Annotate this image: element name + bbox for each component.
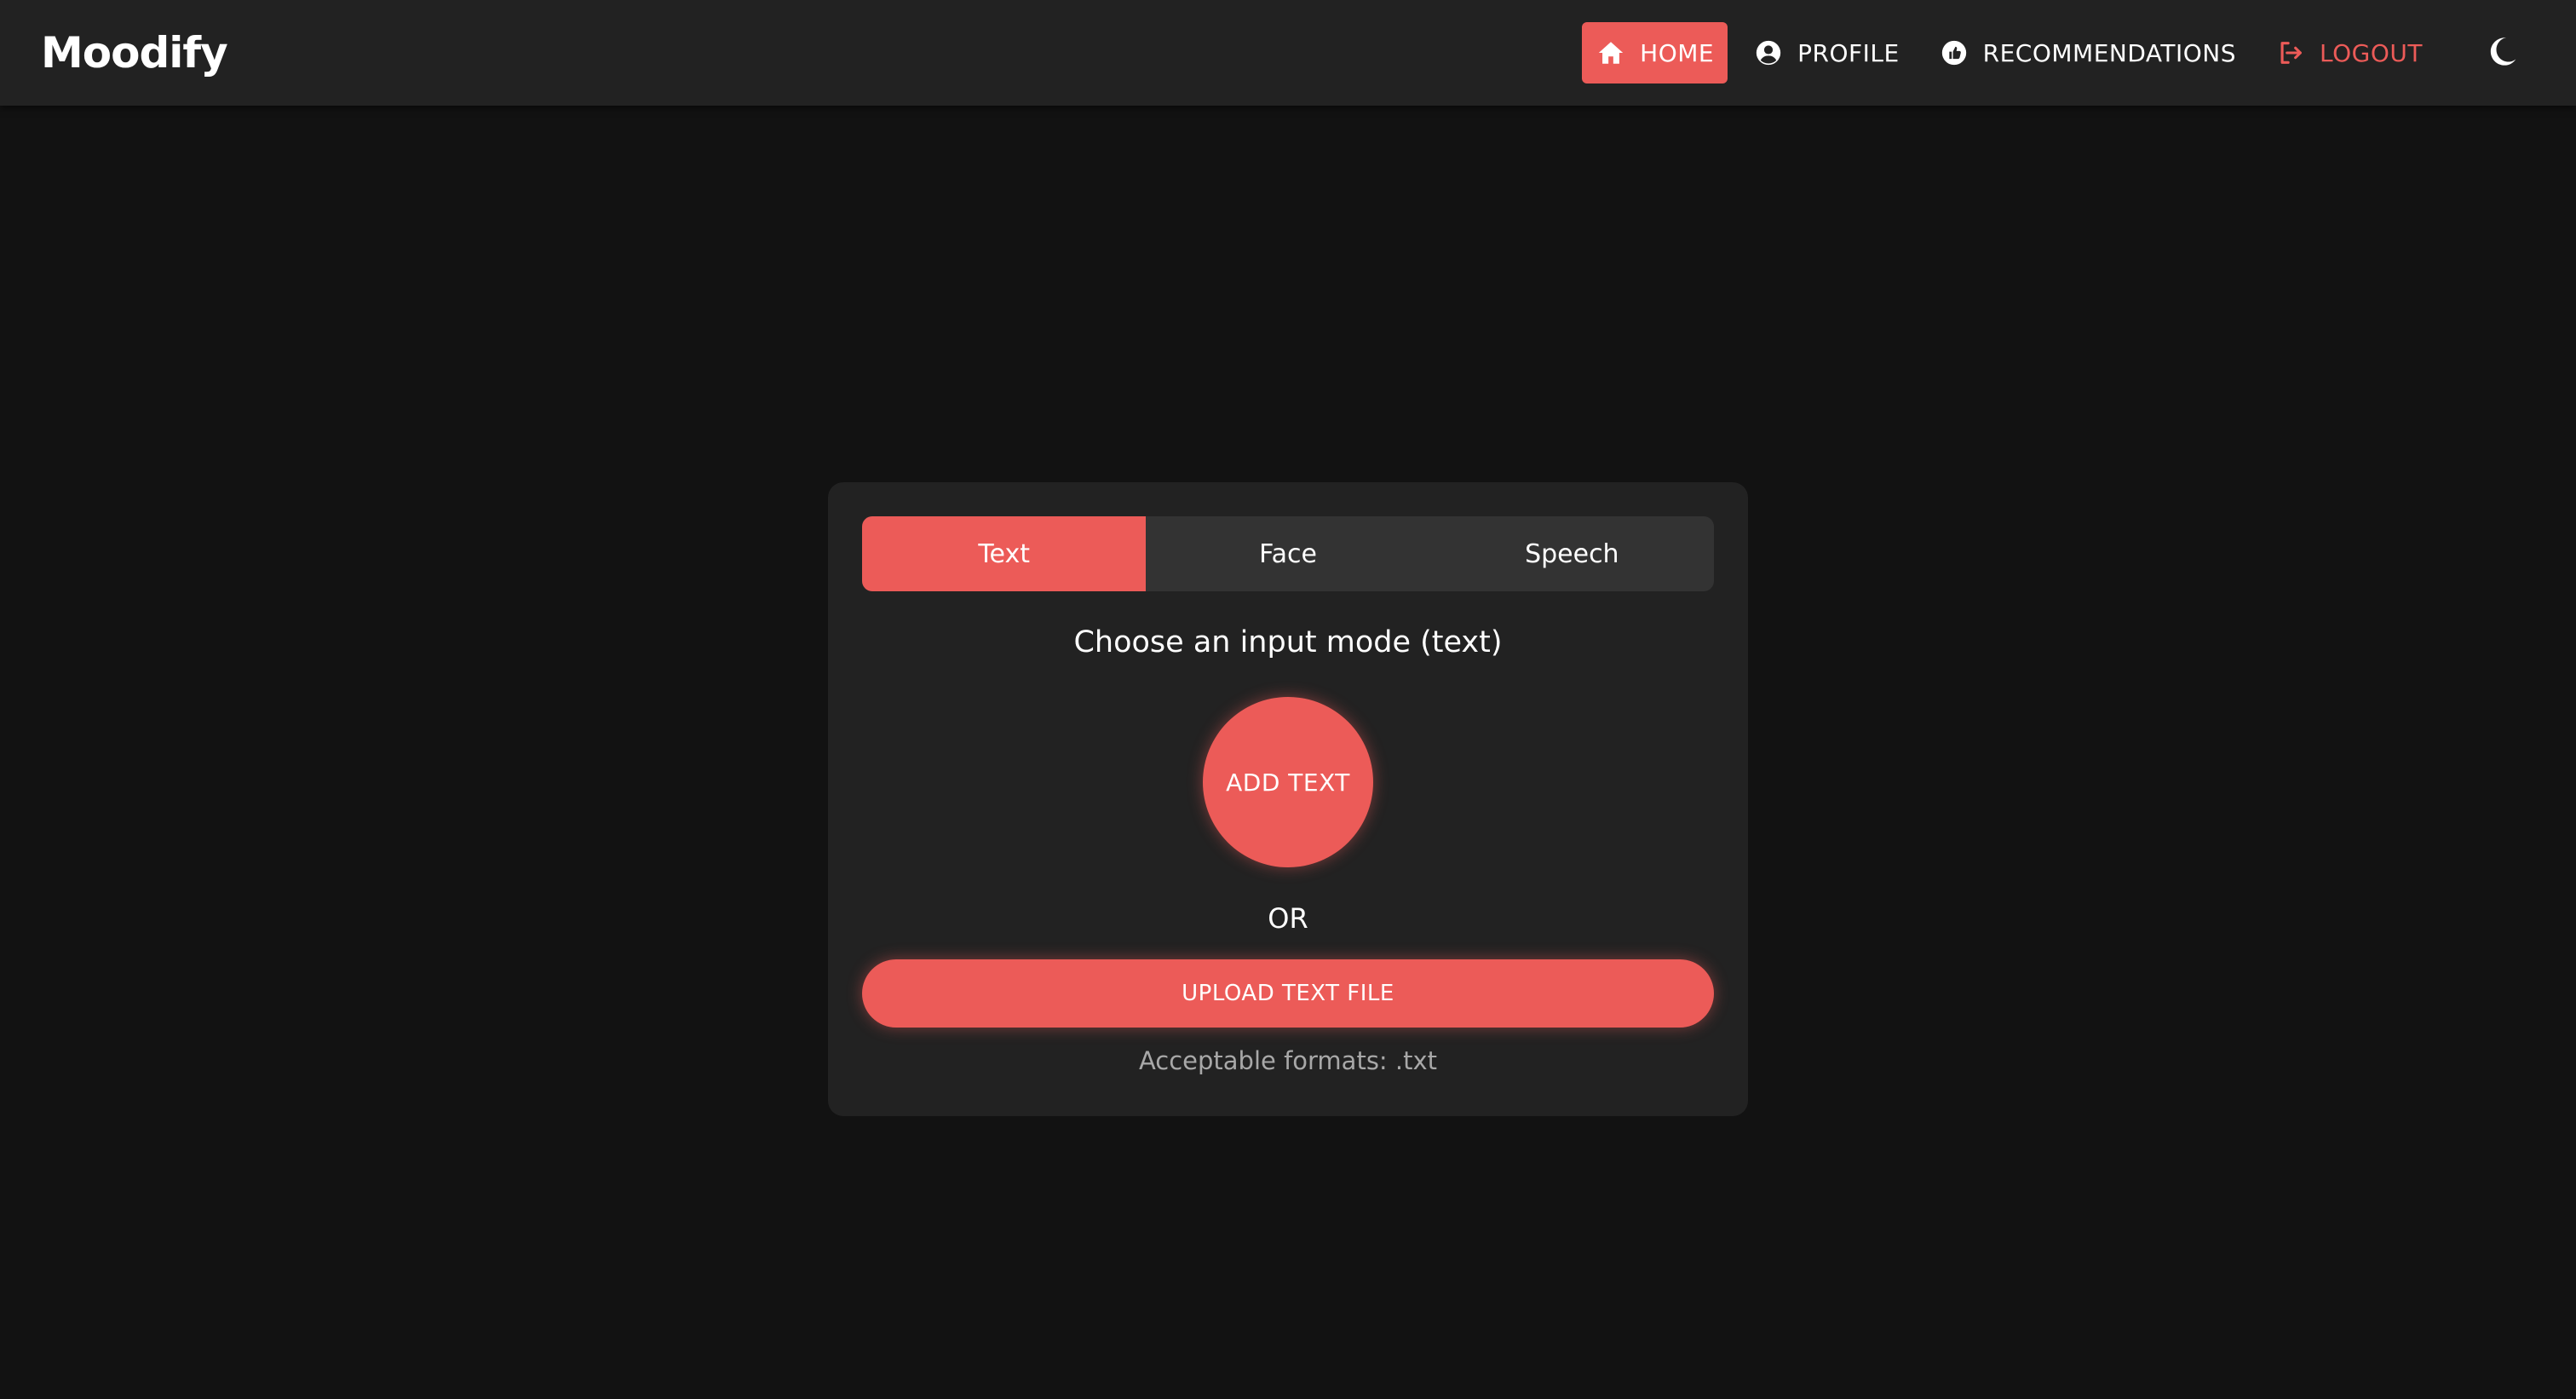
thumbs-up-icon <box>1939 37 1969 68</box>
app-root: Moodify HOME PROFILE RECOMMENDATIONS LOG… <box>0 0 2576 1399</box>
user-circle-icon <box>1753 37 1784 68</box>
nav-recommendations[interactable]: RECOMMENDATIONS <box>1925 22 2250 83</box>
input-mode-tabs: Text Face Speech <box>862 516 1714 591</box>
brand-logo[interactable]: Moodify <box>41 28 228 78</box>
nav-profile[interactable]: PROFILE <box>1739 22 1913 83</box>
moon-icon <box>2486 34 2520 72</box>
nav-recommendations-label: RECOMMENDATIONS <box>1982 38 2237 67</box>
nav-home-label: HOME <box>1640 38 1715 67</box>
input-mode-card: Text Face Speech Choose an input mode (t… <box>828 482 1748 1116</box>
tab-text[interactable]: Text <box>862 516 1147 591</box>
theme-toggle-button[interactable] <box>2472 22 2533 83</box>
add-text-wrapper: ADD TEXT <box>862 697 1714 867</box>
nav-logout-label: LOGOUT <box>2320 38 2423 67</box>
top-nav-bar: Moodify HOME PROFILE RECOMMENDATIONS LOG… <box>0 0 2576 106</box>
nav-logout[interactable]: LOGOUT <box>2262 22 2436 83</box>
nav-profile-label: PROFILE <box>1797 38 1900 67</box>
add-text-button[interactable]: ADD TEXT <box>1203 697 1373 867</box>
main-nav: HOME PROFILE RECOMMENDATIONS LOGOUT <box>1570 0 2533 106</box>
home-icon <box>1596 37 1626 68</box>
logout-icon <box>2275 37 2306 68</box>
tab-speech[interactable]: Speech <box>1430 516 1714 591</box>
upload-text-file-button[interactable]: UPLOAD TEXT FILE <box>862 959 1714 1028</box>
acceptable-formats-note: Acceptable formats: .txt <box>1138 1046 1438 1075</box>
nav-home[interactable]: HOME <box>1582 22 1728 83</box>
or-divider-label: OR <box>1268 902 1308 935</box>
mode-title: Choose an input mode (text) <box>1073 625 1503 659</box>
tab-face[interactable]: Face <box>1146 516 1429 591</box>
